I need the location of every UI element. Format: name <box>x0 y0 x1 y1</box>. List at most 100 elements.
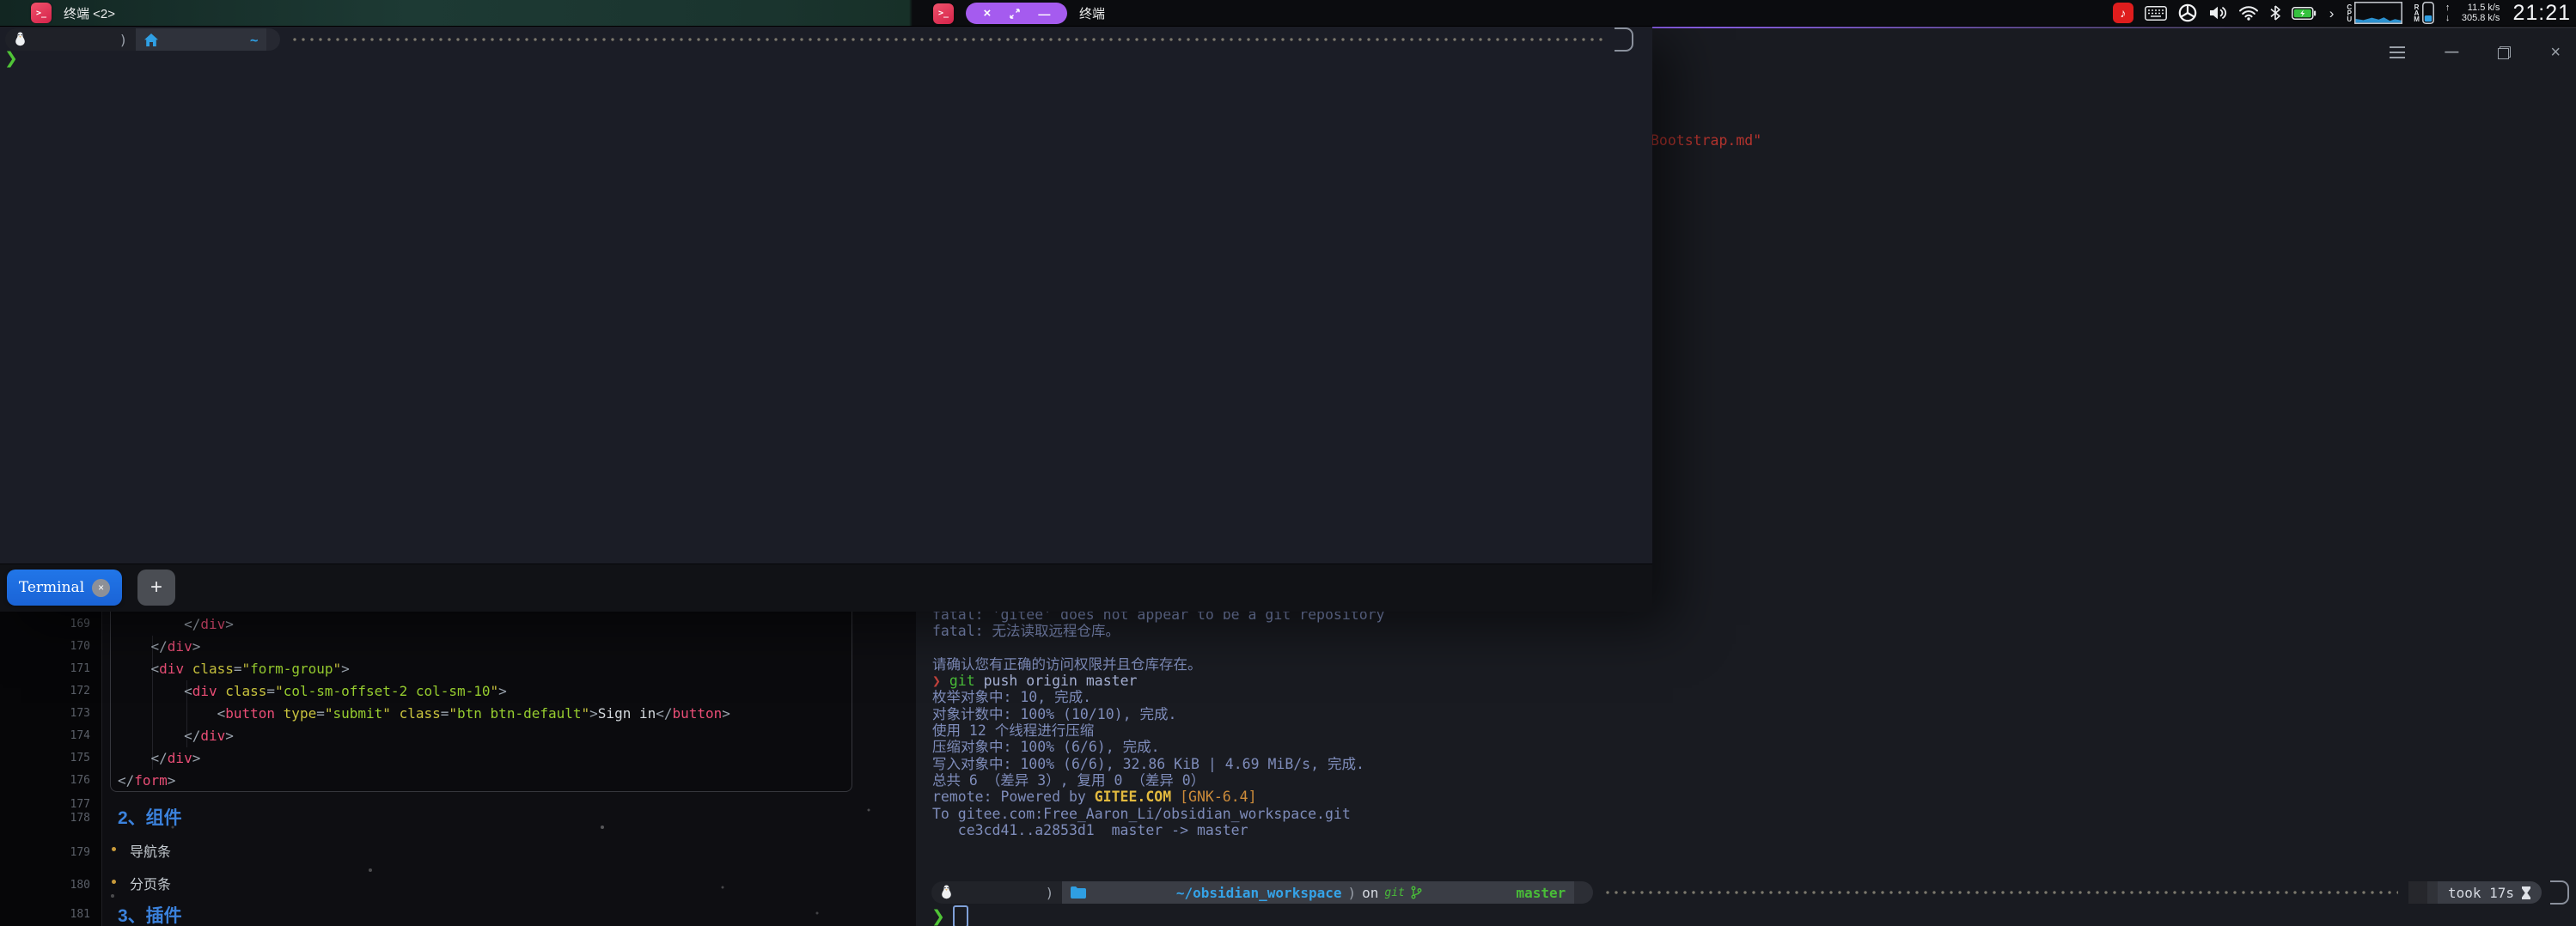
ram-meter[interactable]: R A M <box>2414 2 2434 24</box>
terminal-app-icon[interactable]: >_ <box>933 3 954 24</box>
keyboard-icon[interactable] <box>2144 5 2167 21</box>
line-number: 174 <box>70 729 90 742</box>
duration-badge: took 17s <box>2437 881 2542 904</box>
git-branch-icon <box>1411 881 1511 904</box>
taskbar-item-terminal-2[interactable]: >_ 终端 <2> <box>31 3 115 23</box>
menu-icon[interactable] <box>2390 46 2406 58</box>
ram-bar <box>2421 2 2434 24</box>
new-tab-button[interactable]: + <box>137 570 175 606</box>
prompt-dotted-fill <box>1603 881 2398 904</box>
code-line[interactable]: </div> <box>118 747 201 770</box>
line-number: 172 <box>70 685 90 698</box>
cwd-path: ~ <box>249 31 259 48</box>
line-number: 170 <box>70 640 90 653</box>
cpu-meter[interactable]: C P U <box>2347 2 2403 24</box>
terminal-tab-bar: Terminal × + <box>0 564 1652 612</box>
terminal-output-line: 枚举对象中: 10, 完成. <box>932 689 1092 706</box>
return-icon <box>2550 880 2569 905</box>
volume-icon[interactable] <box>2208 5 2227 21</box>
minimize-icon[interactable]: — <box>2445 45 2458 60</box>
prompt-caret[interactable]: ❯ <box>4 49 18 68</box>
line-number: 177 <box>70 798 90 811</box>
netease-music-icon[interactable]: ♪ <box>2112 3 2133 23</box>
taskbar: >_ 终端 <2> >_ × — 终端 ♪ › C P U R A M ↑ 11… <box>0 0 2576 27</box>
heading-plugins[interactable]: 3、插件 <box>118 902 182 926</box>
terminal-output-line: 压缩对象中: 100% (6/6), 完成. <box>932 739 1160 756</box>
ram-label: R A M <box>2414 3 2420 23</box>
list-bullet <box>112 880 116 884</box>
line-number: 180 <box>70 879 90 892</box>
prompt-pill: ) ~ <box>5 28 281 51</box>
line-number: 169 <box>70 618 90 631</box>
main-terminal-window: ) ~ ❯ Terminal × + <box>0 26 1652 612</box>
terminal-cursor <box>952 905 968 926</box>
input-method-icon[interactable] <box>2178 3 2197 22</box>
line-number: 178 <box>70 812 90 825</box>
return-icon <box>1615 27 1633 52</box>
clock[interactable]: 21:21 <box>2512 1 2571 26</box>
cwd-path: ~/obsidian_workspace <box>1175 884 1342 901</box>
tab-terminal[interactable]: Terminal × <box>7 570 122 606</box>
window-title: 终端 <box>1079 7 1106 21</box>
code-line[interactable]: <div class="col-sm-offset-2 col-sm-10"> <box>118 680 507 703</box>
minimize-icon[interactable]: — <box>1038 7 1050 21</box>
hourglass-icon <box>2521 886 2531 899</box>
terminal-output-line: remote: Powered by GITEE.COM [GNK-6.4] <box>932 789 1257 806</box>
line-number: 181 <box>70 908 90 921</box>
terminal-output-line: 对象计数中: 100% (10/10), 完成. <box>932 705 1177 722</box>
bluetooth-icon[interactable] <box>2270 5 2280 21</box>
line-number: 176 <box>70 774 90 787</box>
download-speed: 305.8 <box>2461 13 2486 23</box>
terminal-output-line: ce3cd41..a2853d1 master -> master <box>932 821 1248 838</box>
download-arrow: ↓ <box>2445 13 2451 23</box>
close-icon[interactable]: × <box>2550 44 2561 61</box>
terminal-output-line: 使用 12 个线程进行压缩 <box>932 722 1095 740</box>
code-line[interactable]: <div class="form-group"> <box>118 658 350 680</box>
desktop-screen: — × Bootstrap.md" fatal: 'gitee' does no… <box>0 0 2576 926</box>
cpu-graph <box>2354 2 2403 24</box>
code-line[interactable]: </div> <box>118 725 234 747</box>
taskbar-item-terminal[interactable]: >_ × — 终端 <box>933 3 1105 24</box>
terminal-output-line: 总共 6 （差异 3）, 复用 0 （差异 0） <box>932 771 1206 789</box>
restore-icon[interactable] <box>1009 8 1021 20</box>
terminal-app-icon[interactable]: >_ <box>31 3 52 23</box>
code-line[interactable]: </form> <box>118 770 175 792</box>
system-tray: ♪ › C P U R A M ↑ 11.5 k/s ↓ 305.8 k/s 2… <box>2112 0 2571 26</box>
prompt-dotted-fill <box>290 28 1604 51</box>
code-line[interactable]: </div> <box>118 636 201 658</box>
network-speed[interactable]: ↑ 11.5 k/s ↓ 305.8 k/s <box>2445 3 2500 23</box>
prompt-caret: ❯ <box>931 907 945 926</box>
code-line[interactable]: </div> <box>118 613 234 636</box>
upload-arrow: ↑ <box>2445 3 2451 13</box>
git-prompt-line: ) ~/obsidian_workspace ) on git master t… <box>931 880 2569 905</box>
wifi-icon[interactable] <box>2238 5 2259 21</box>
restore-icon[interactable] <box>2498 46 2512 59</box>
main-prompt-line: ) ~ <box>5 27 1633 52</box>
list-item[interactable]: 导航条 <box>130 840 171 861</box>
cpu-label: C P U <box>2347 3 2353 23</box>
terminal-output-line: 请确认您有正确的访问权限并且仓库存在。 <box>932 655 1202 673</box>
markdown-editor-window: 169 170 171 172 173 174 175 176 177 178 179 180 181 … <box>0 612 916 926</box>
code-line[interactable]: <button type="submit" class="btn btn-def… <box>118 703 730 725</box>
battery-icon[interactable] <box>2291 6 2317 20</box>
git-input-line[interactable]: ❯ <box>931 905 968 926</box>
chevron-right-icon[interactable]: › <box>2328 6 2336 21</box>
prompt-pill: ) ~/obsidian_workspace ) on git master <box>931 881 1594 904</box>
tab-close-button[interactable]: × <box>92 578 111 597</box>
heading-components[interactable]: 2、组件 <box>118 804 182 830</box>
home-icon <box>144 28 244 51</box>
tux-icon <box>940 881 1040 904</box>
list-bullet <box>112 847 116 851</box>
terminal-output-line: fatal: 无法读取远程仓库。 <box>932 623 1120 640</box>
line-number: 175 <box>70 752 90 765</box>
list-item[interactable]: 分页条 <box>130 873 171 893</box>
git-window-controls: — × <box>2390 44 2561 61</box>
terminal-output-line: To gitee.com:Free_Aaron_Li/obsidian_work… <box>932 805 1351 822</box>
window-controls-pill: × — <box>966 3 1067 24</box>
line-number: 173 <box>70 707 90 720</box>
line-number: 179 <box>70 846 90 859</box>
window-title: 终端 <2> <box>64 6 116 21</box>
close-icon[interactable]: × <box>984 7 992 20</box>
line-number-gutter: 169 170 171 172 173 174 175 176 177 178 179 180 181 <box>0 612 102 926</box>
upload-speed: 11.5 <box>2467 3 2486 13</box>
